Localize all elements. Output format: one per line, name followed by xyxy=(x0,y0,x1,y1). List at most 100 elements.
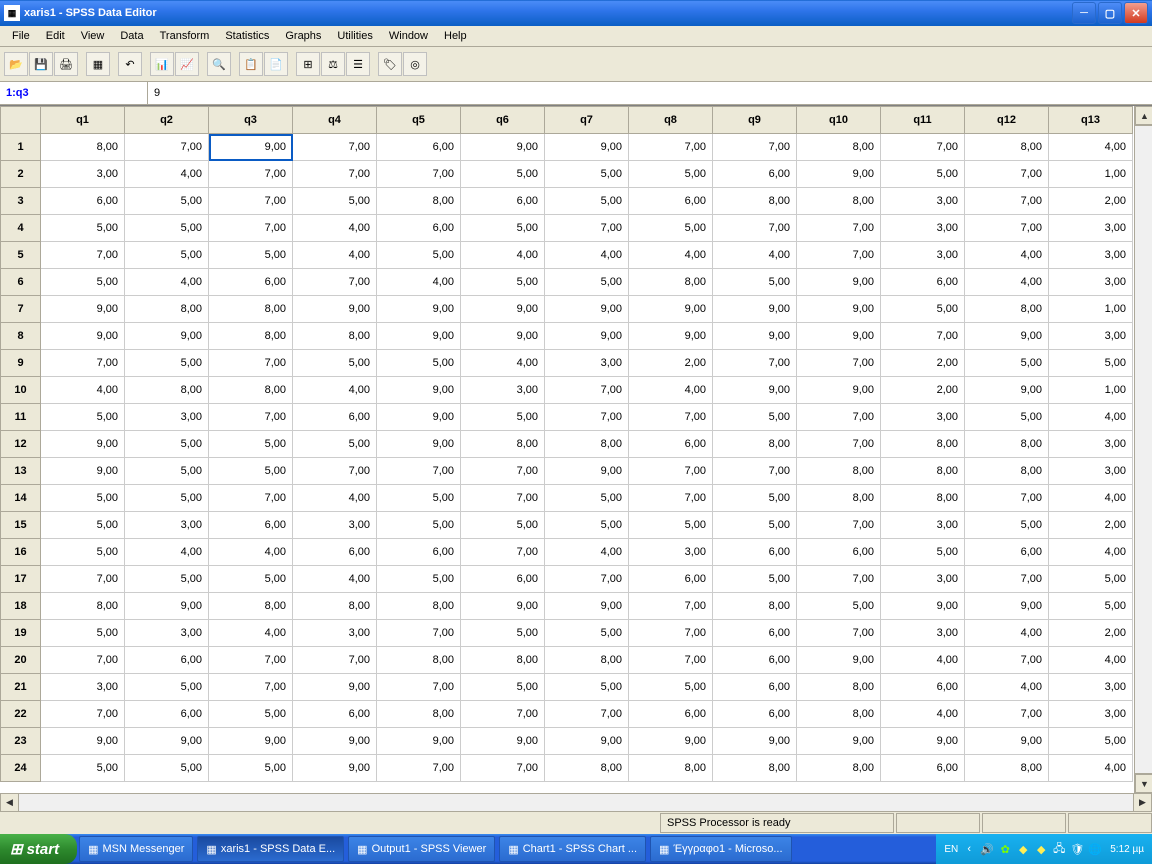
data-cell[interactable]: 3,00 xyxy=(125,512,209,539)
data-cell[interactable]: 2,00 xyxy=(1049,188,1133,215)
tray-app2-icon[interactable]: ◆ xyxy=(1034,842,1048,856)
data-cell[interactable]: 9,00 xyxy=(461,134,545,161)
data-cell[interactable]: 3,00 xyxy=(1049,674,1133,701)
start-button[interactable]: ⊞ start xyxy=(0,834,77,864)
data-cell[interactable]: 7,00 xyxy=(629,593,713,620)
data-cell[interactable]: 7,00 xyxy=(965,566,1049,593)
data-cell[interactable]: 8,00 xyxy=(377,647,461,674)
weight-button[interactable]: ⚖ xyxy=(321,52,345,76)
data-cell[interactable]: 6,00 xyxy=(713,701,797,728)
data-cell[interactable]: 7,00 xyxy=(629,647,713,674)
data-cell[interactable]: 7,00 xyxy=(629,458,713,485)
data-cell[interactable]: 8,00 xyxy=(797,134,881,161)
data-cell[interactable]: 7,00 xyxy=(797,404,881,431)
tray-volume-icon[interactable]: 🔊 xyxy=(980,842,994,856)
data-cell[interactable]: 5,00 xyxy=(41,215,125,242)
data-cell[interactable]: 2,00 xyxy=(1049,512,1133,539)
data-cell[interactable]: 4,00 xyxy=(881,647,965,674)
column-header[interactable]: q3 xyxy=(209,107,293,134)
data-cell[interactable]: 3,00 xyxy=(293,512,377,539)
data-cell[interactable]: 5,00 xyxy=(41,755,125,782)
data-cell[interactable]: 7,00 xyxy=(377,674,461,701)
data-cell[interactable]: 8,00 xyxy=(461,431,545,458)
data-cell[interactable]: 8,00 xyxy=(797,674,881,701)
data-cell[interactable]: 9,00 xyxy=(377,377,461,404)
data-cell[interactable]: 9,00 xyxy=(713,377,797,404)
data-cell[interactable]: 8,00 xyxy=(965,431,1049,458)
data-cell[interactable]: 7,00 xyxy=(965,188,1049,215)
data-cell[interactable]: 7,00 xyxy=(629,404,713,431)
data-cell[interactable]: 4,00 xyxy=(1049,404,1133,431)
data-cell[interactable]: 7,00 xyxy=(797,512,881,539)
data-cell[interactable]: 5,00 xyxy=(377,566,461,593)
data-cell[interactable]: 6,00 xyxy=(713,161,797,188)
minimize-button[interactable]: ─ xyxy=(1072,2,1096,24)
data-cell[interactable]: 9,00 xyxy=(125,728,209,755)
data-cell[interactable]: 4,00 xyxy=(545,539,629,566)
data-cell[interactable]: 5,00 xyxy=(629,512,713,539)
taskbar-item[interactable]: ▦Chart1 - SPSS Chart ... xyxy=(499,836,646,862)
data-cell[interactable]: 4,00 xyxy=(377,269,461,296)
data-cell[interactable]: 7,00 xyxy=(293,161,377,188)
row-header[interactable]: 8 xyxy=(1,323,41,350)
data-cell[interactable]: 9,00 xyxy=(797,377,881,404)
data-cell[interactable]: 8,00 xyxy=(209,593,293,620)
data-cell[interactable]: 7,00 xyxy=(965,215,1049,242)
cell-value[interactable]: 9 xyxy=(148,87,166,99)
scroll-up-button[interactable]: ▲ xyxy=(1135,106,1152,125)
data-cell[interactable]: 5,00 xyxy=(1049,566,1133,593)
data-cell[interactable]: 5,00 xyxy=(209,566,293,593)
data-cell[interactable]: 7,00 xyxy=(461,485,545,512)
data-cell[interactable]: 6,00 xyxy=(125,647,209,674)
data-cell[interactable]: 5,00 xyxy=(713,512,797,539)
data-cell[interactable]: 8,00 xyxy=(545,755,629,782)
data-cell[interactable]: 8,00 xyxy=(965,458,1049,485)
data-cell[interactable]: 3,00 xyxy=(1049,458,1133,485)
data-cell[interactable]: 7,00 xyxy=(797,215,881,242)
data-cell[interactable]: 9,00 xyxy=(41,431,125,458)
column-header[interactable]: q9 xyxy=(713,107,797,134)
data-cell[interactable]: 4,00 xyxy=(1049,134,1133,161)
data-cell[interactable]: 4,00 xyxy=(965,269,1049,296)
data-cell[interactable]: 5,00 xyxy=(125,674,209,701)
data-cell[interactable]: 8,00 xyxy=(881,485,965,512)
data-cell[interactable]: 8,00 xyxy=(209,377,293,404)
data-cell[interactable]: 8,00 xyxy=(125,296,209,323)
menu-transform[interactable]: Transform xyxy=(152,28,218,44)
data-cell[interactable]: 4,00 xyxy=(125,269,209,296)
data-cell[interactable]: 5,00 xyxy=(545,188,629,215)
data-cell[interactable]: 8,00 xyxy=(545,431,629,458)
menu-edit[interactable]: Edit xyxy=(38,28,73,44)
chart-button[interactable]: 📊 xyxy=(150,52,174,76)
row-header[interactable]: 7 xyxy=(1,296,41,323)
data-cell[interactable]: 4,00 xyxy=(293,242,377,269)
data-cell[interactable]: 6,00 xyxy=(881,674,965,701)
data-cell[interactable]: 7,00 xyxy=(545,566,629,593)
data-cell[interactable]: 9,00 xyxy=(125,323,209,350)
data-cell[interactable]: 5,00 xyxy=(209,431,293,458)
data-cell[interactable]: 7,00 xyxy=(797,350,881,377)
data-cell[interactable]: 9,00 xyxy=(209,134,293,161)
data-cell[interactable]: 9,00 xyxy=(545,134,629,161)
data-cell[interactable]: 7,00 xyxy=(209,647,293,674)
data-cell[interactable]: 9,00 xyxy=(881,728,965,755)
sets-button[interactable]: ◎ xyxy=(403,52,427,76)
data-cell[interactable]: 4,00 xyxy=(965,620,1049,647)
undo-button[interactable]: ↶ xyxy=(118,52,142,76)
data-cell[interactable]: 9,00 xyxy=(377,323,461,350)
data-cell[interactable]: 6,00 xyxy=(713,620,797,647)
data-cell[interactable]: 8,00 xyxy=(41,593,125,620)
data-cell[interactable]: 6,00 xyxy=(125,701,209,728)
data-cell[interactable]: 3,00 xyxy=(41,674,125,701)
data-cell[interactable]: 3,00 xyxy=(461,377,545,404)
data-cell[interactable]: 9,00 xyxy=(881,593,965,620)
data-cell[interactable]: 2,00 xyxy=(629,350,713,377)
scroll-down-button[interactable]: ▼ xyxy=(1135,774,1152,793)
data-cell[interactable]: 5,00 xyxy=(41,620,125,647)
data-cell[interactable]: 9,00 xyxy=(797,161,881,188)
data-cell[interactable]: 8,00 xyxy=(965,755,1049,782)
data-cell[interactable]: 9,00 xyxy=(629,323,713,350)
data-cell[interactable]: 9,00 xyxy=(209,728,293,755)
data-cell[interactable]: 7,00 xyxy=(545,215,629,242)
data-cell[interactable]: 5,00 xyxy=(461,161,545,188)
